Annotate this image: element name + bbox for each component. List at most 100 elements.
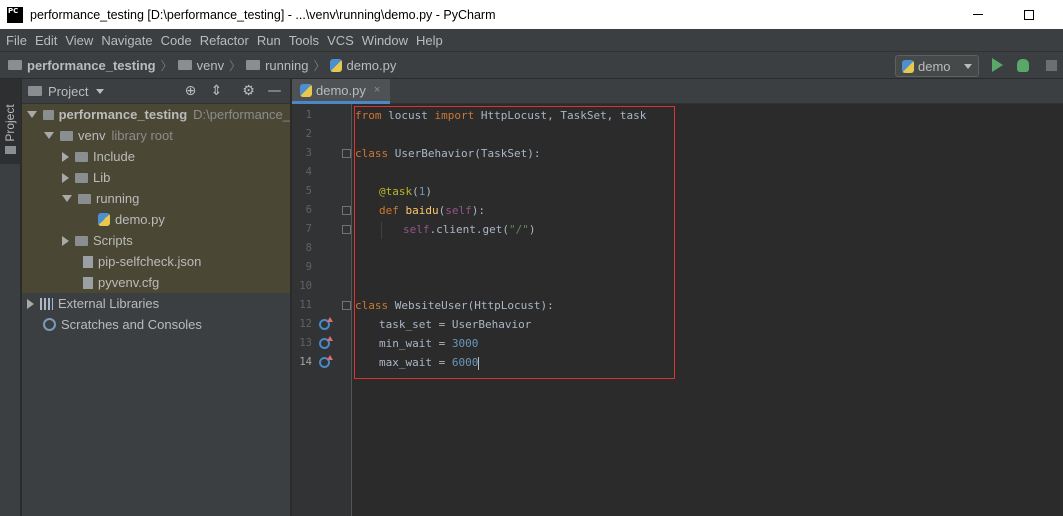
collapse-arrow-icon[interactable] [62, 151, 69, 162]
collapse-arrow-icon[interactable] [62, 235, 69, 246]
project-tool-button[interactable]: 1: Project [0, 79, 21, 164]
fold-marker-icon[interactable] [342, 149, 351, 158]
line-number: 11 [299, 299, 312, 311]
breadcrumb-separator-icon: 〉 [313, 58, 326, 73]
menu-edit[interactable]: Edit [31, 33, 61, 48]
minimize-button[interactable] [955, 0, 1001, 29]
collapse-all-icon[interactable]: ⇕ [209, 84, 224, 99]
tree-item-label: pyvenv.cfg [98, 275, 160, 290]
menu-navigate[interactable]: Navigate [97, 33, 156, 48]
tree-item-scripts[interactable]: Scripts [22, 230, 290, 251]
tree-item-pip-selfcheck[interactable]: pip-selfcheck.json [22, 251, 290, 272]
python-icon [902, 59, 914, 73]
folder-icon [5, 146, 16, 154]
line-number: 4 [305, 166, 312, 178]
line-number: 14 [299, 356, 312, 368]
tree-item-scratches[interactable]: Scratches and Consoles [22, 314, 290, 335]
menu-code[interactable]: Code [157, 33, 196, 48]
breadcrumb-file[interactable]: demo.py [330, 58, 396, 73]
line-number: 12 [299, 318, 312, 330]
run-configuration-dropdown[interactable]: demo [895, 55, 979, 77]
breadcrumb-label: demo.py [346, 57, 397, 73]
fold-marker-icon[interactable] [342, 225, 351, 234]
tree-item-pyvenv-cfg[interactable]: pyvenv.cfg [22, 272, 290, 293]
breadcrumb-project[interactable]: performance_testing [8, 58, 156, 73]
tree-item-project-root[interactable]: performance_testing D:\performance_ [22, 104, 290, 125]
breadcrumb-running[interactable]: running [246, 58, 308, 73]
line-number: 7 [305, 223, 312, 235]
folder-icon [8, 60, 22, 70]
menu-file[interactable]: File [2, 33, 31, 48]
gear-icon[interactable]: ⚙ [241, 84, 256, 99]
tree-item-running[interactable]: running [22, 188, 290, 209]
expand-arrow-icon[interactable] [62, 195, 72, 202]
tree-item-label: External Libraries [58, 296, 160, 311]
debug-bug-icon[interactable] [1017, 59, 1029, 72]
tree-item-demo-py[interactable]: demo.py [22, 209, 290, 230]
maximize-button[interactable] [1006, 0, 1052, 29]
tab-demo-py[interactable]: demo.py × [292, 79, 390, 104]
menu-bar: File Edit View Navigate Code Refactor Ru… [0, 29, 1063, 51]
tree-item-label: pip-selfcheck.json [98, 254, 202, 269]
line-number: 1 [305, 109, 312, 121]
fold-marker-icon[interactable] [342, 301, 351, 310]
expand-arrow-icon[interactable] [27, 111, 37, 118]
library-icon [40, 297, 53, 310]
folder-icon [60, 130, 73, 141]
menu-help[interactable]: Help [412, 33, 447, 48]
fold-marker-icon[interactable] [342, 206, 351, 215]
tree-item-external-libraries[interactable]: External Libraries [22, 293, 290, 314]
tree-item-label: performance_testing [58, 107, 188, 122]
menu-vcs[interactable]: VCS [323, 33, 358, 48]
folder-icon [177, 60, 192, 70]
menu-run[interactable]: Run [253, 33, 285, 48]
close-icon[interactable]: × [374, 84, 380, 96]
locate-target-icon[interactable]: ⊕ [183, 84, 198, 99]
python-file-icon [330, 58, 343, 72]
line-number: 3 [305, 147, 312, 159]
tree-item-venv[interactable]: venv library root [22, 125, 290, 146]
menu-view[interactable]: View [61, 33, 97, 48]
navigation-bar: performance_testing 〉 venv 〉 running 〉 d… [0, 51, 1063, 79]
python-file-icon [98, 213, 110, 226]
editor-tab-bar: demo.py × [292, 79, 1063, 104]
line-number: 10 [299, 280, 312, 292]
chevron-down-icon [964, 64, 972, 69]
line-number: 6 [305, 204, 312, 216]
menu-refactor[interactable]: Refactor [196, 33, 253, 48]
tree-item-include[interactable]: Include [22, 146, 290, 167]
project-panel: Project ⊕ ⇕ ⚙ — performance_testing D:\p… [22, 79, 290, 516]
scratch-icon [43, 318, 56, 331]
menu-window[interactable]: Window [358, 33, 412, 48]
pycharm-logo-icon: PC [7, 6, 23, 23]
tree-item-label: Lib [93, 170, 111, 185]
tree-item-annotation: library root [111, 128, 173, 143]
json-file-icon [83, 255, 93, 268]
expand-arrow-icon[interactable] [44, 132, 54, 139]
stop-icon[interactable] [1046, 60, 1057, 71]
folder-icon [75, 235, 88, 246]
tree-item-label: Include [93, 149, 135, 164]
breadcrumb-label: venv [196, 57, 225, 73]
run-config-label: demo [918, 58, 951, 74]
project-panel-header: Project ⊕ ⇕ ⚙ — [22, 79, 290, 104]
folder-icon [78, 193, 91, 204]
line-number: 5 [305, 185, 312, 197]
folder-icon [28, 86, 42, 96]
window-title: performance_testing [D:\performance_test… [30, 7, 496, 22]
menu-tools[interactable]: Tools [285, 33, 323, 48]
hide-panel-icon[interactable]: — [267, 84, 282, 99]
collapse-arrow-icon[interactable] [27, 298, 34, 309]
chevron-down-icon[interactable] [96, 88, 105, 94]
collapse-arrow-icon[interactable] [62, 172, 69, 183]
run-icon[interactable] [992, 58, 1003, 72]
folder-icon [75, 151, 88, 162]
folder-icon [246, 60, 261, 70]
breadcrumb-venv[interactable]: venv [177, 57, 225, 73]
project-view-selector[interactable]: Project [48, 84, 88, 99]
folder-icon [75, 172, 88, 183]
folder-icon [43, 109, 54, 120]
tree-item-lib[interactable]: Lib [22, 167, 290, 188]
title-bar: PC performance_testing [D:\performance_t… [0, 0, 1063, 29]
tool-window-strip: 1: Project [0, 79, 21, 516]
